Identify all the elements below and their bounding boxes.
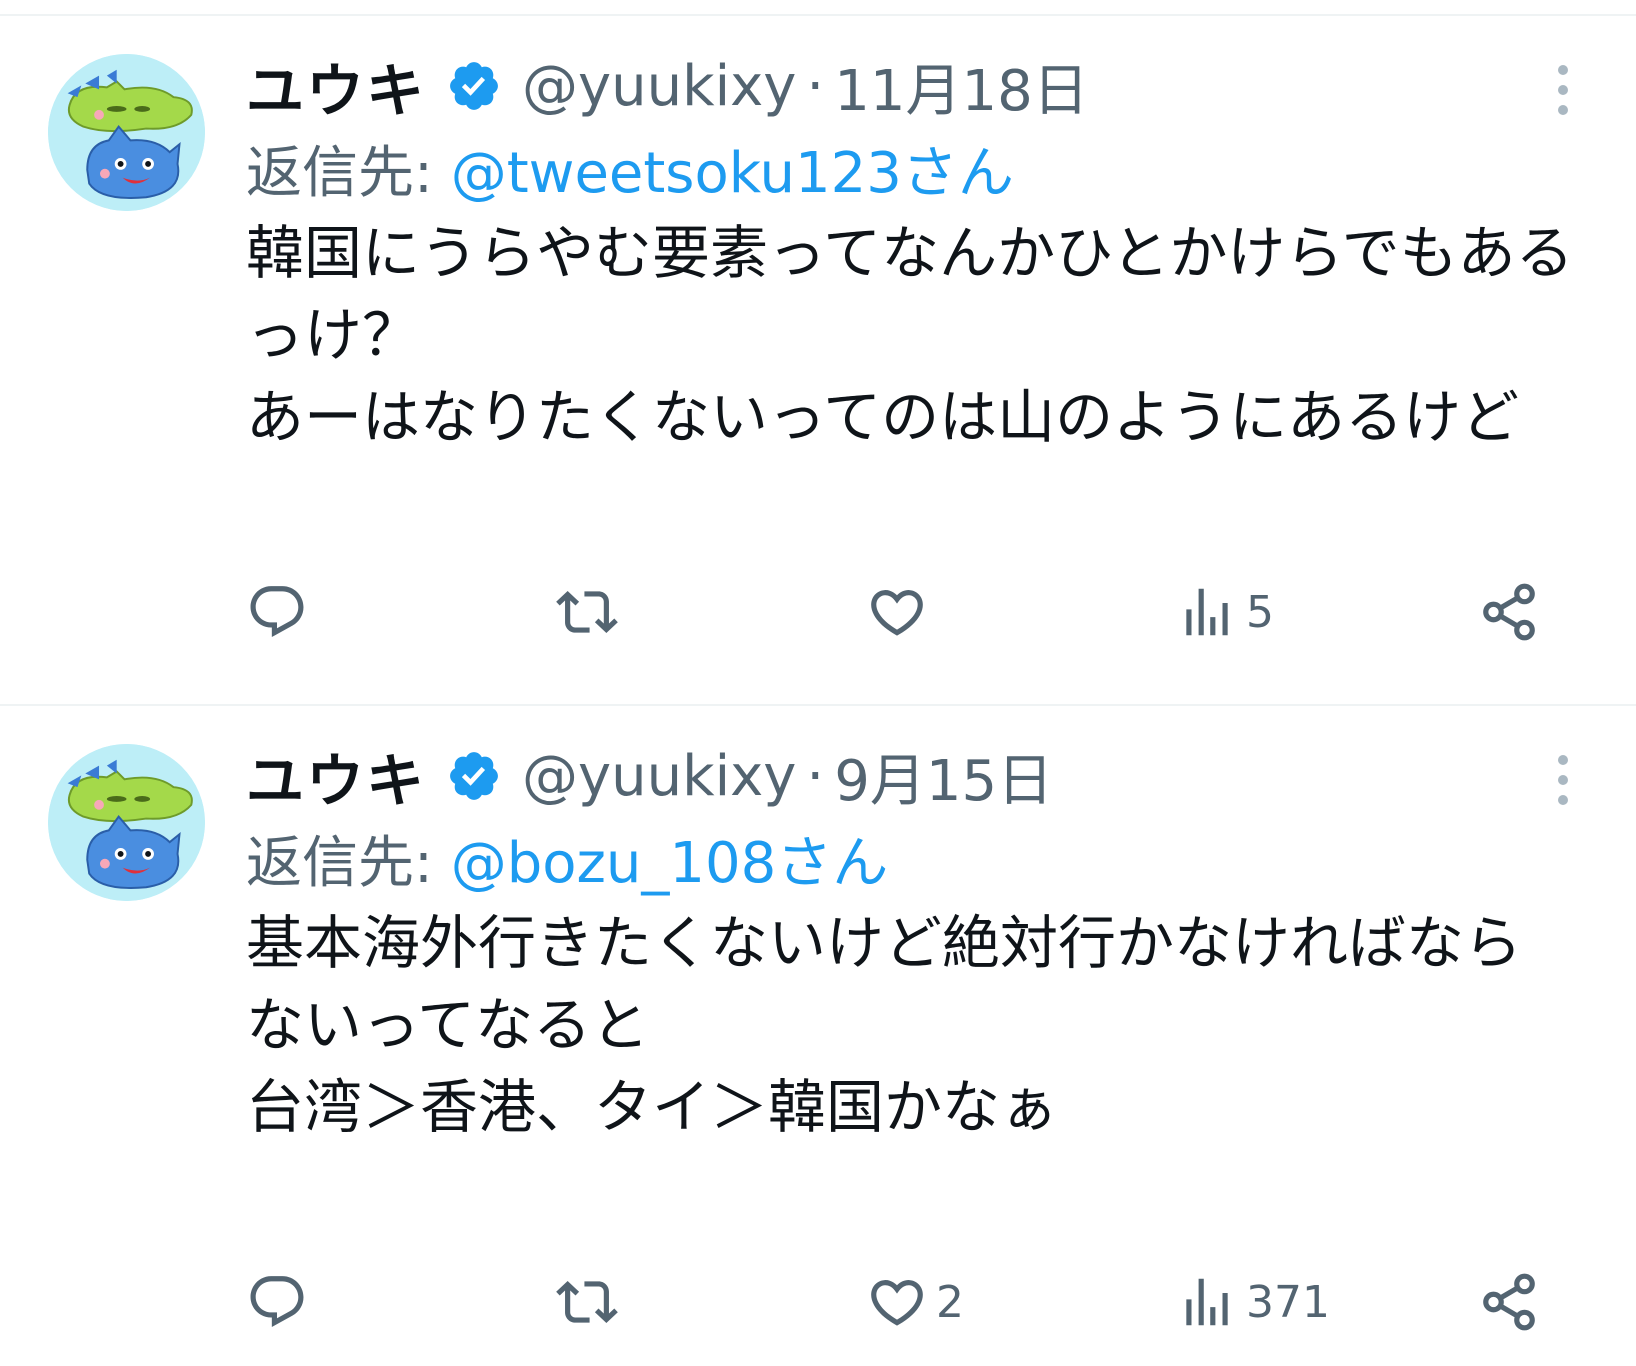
reply-bubble-icon — [250, 586, 304, 638]
share-icon — [1483, 1273, 1535, 1331]
heart-icon — [871, 590, 923, 636]
timestamp[interactable]: 9月15日 — [834, 736, 1053, 817]
like-button[interactable]: 2 — [866, 1262, 964, 1342]
avatar-illustration-icon — [48, 744, 205, 901]
share-icon — [1483, 583, 1535, 641]
handle[interactable]: @yuukixy — [522, 54, 796, 119]
tweet-header: ユウキ @yuukixy · 11月18日 — [246, 46, 1089, 126]
analytics-bars-icon — [1186, 588, 1228, 636]
reply-button[interactable] — [246, 572, 316, 652]
tweet-text: 韓国にうらやむ要素ってなんかひとかけらでもあるっけ？ あーはなりたくないってのは… — [246, 219, 1574, 451]
action-bar: 5 — [246, 572, 1586, 652]
verified-badge-icon — [450, 62, 498, 110]
more-vertical-icon[interactable] — [1548, 750, 1578, 810]
views-button[interactable]: 371 — [1176, 1262, 1330, 1342]
reply-to-line: 返信先: @bozu_108さん — [246, 818, 888, 899]
avatar[interactable] — [48, 54, 205, 211]
reply-mention-link[interactable]: @tweetsoku123さん — [451, 141, 1014, 206]
display-name[interactable]: ユウキ — [246, 44, 426, 128]
share-button[interactable] — [1478, 1262, 1540, 1342]
reply-mention-link[interactable]: @bozu_108さん — [451, 831, 889, 896]
heart-icon — [871, 1280, 923, 1326]
retweet-icon — [556, 1281, 618, 1323]
retweet-icon — [556, 591, 618, 633]
timestamp[interactable]: 11月18日 — [834, 46, 1089, 127]
views-button[interactable]: 5 — [1176, 572, 1274, 652]
retweet-button[interactable] — [556, 1262, 626, 1342]
like-button[interactable] — [866, 572, 936, 652]
separator-dot: · — [806, 53, 825, 119]
avatar-illustration-icon — [48, 54, 205, 211]
reply-prefix: 返信先: — [246, 831, 433, 896]
reply-bubble-icon — [250, 1276, 304, 1328]
retweet-button[interactable] — [556, 572, 626, 652]
views-count: 371 — [1246, 1276, 1330, 1328]
verified-badge-icon — [450, 752, 498, 800]
reply-to-line: 返信先: @tweetsoku123さん — [246, 128, 1014, 209]
like-count: 2 — [936, 1276, 964, 1328]
tweet[interactable]: ユウキ @yuukixy · 11月18日 返信先: @tweetsoku123… — [0, 16, 1636, 676]
share-button[interactable] — [1478, 572, 1540, 652]
display-name[interactable]: ユウキ — [246, 734, 426, 818]
reply-button[interactable] — [246, 1262, 316, 1342]
avatar[interactable] — [48, 744, 205, 901]
tweet-text: 基本海外行きたくないけど絶対行かなければならないってなると 台湾＞香港、タイ＞韓… — [246, 909, 1523, 1141]
action-bar: 2 371 — [246, 1262, 1586, 1342]
reply-prefix: 返信先: — [246, 141, 433, 206]
separator-dot: · — [806, 743, 825, 809]
views-count: 5 — [1246, 586, 1274, 638]
analytics-bars-icon — [1186, 1278, 1228, 1326]
more-vertical-icon[interactable] — [1548, 60, 1578, 120]
handle[interactable]: @yuukixy — [522, 744, 796, 809]
tweet[interactable]: ユウキ @yuukixy · 9月15日 返信先: @bozu_108さん 基本… — [0, 706, 1636, 1366]
tweet-header: ユウキ @yuukixy · 9月15日 — [246, 736, 1053, 816]
